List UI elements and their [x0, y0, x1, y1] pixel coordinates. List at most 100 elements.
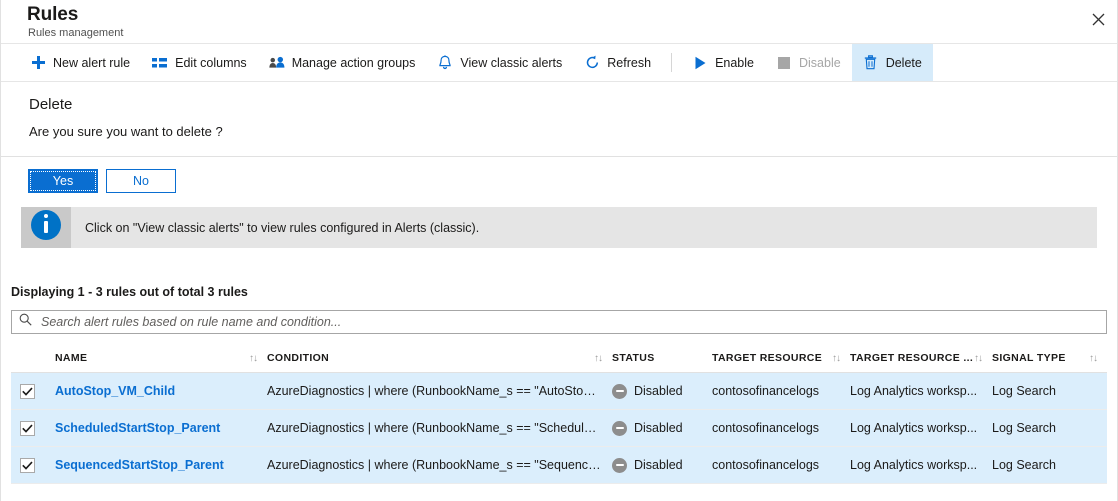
sort-icon[interactable]: ↑↓ — [594, 353, 602, 364]
select-column-header — [11, 342, 55, 373]
rule-condition-cell: AzureDiagnostics | where (RunbookName_s … — [267, 447, 612, 484]
table-row[interactable]: AutoStop_VM_Child AzureDiagnostics | whe… — [11, 373, 1107, 410]
search-icon — [19, 313, 32, 331]
column-label: CONDITION — [267, 352, 329, 364]
confirm-actions: Yes No — [1, 157, 1117, 207]
results-count: Displaying 1 - 3 rules out of total 3 ru… — [1, 248, 1117, 299]
rule-target-resource-type-cell: Log Analytics worksp... — [850, 410, 992, 447]
column-header-signal-type[interactable]: SIGNAL TYPE ↑↓ — [992, 342, 1107, 373]
rule-name-cell[interactable]: ScheduledStartStop_Parent — [55, 410, 267, 447]
rule-target-resource-cell: contosofinancelogs — [712, 410, 850, 447]
row-checkbox[interactable] — [20, 421, 35, 436]
rule-condition-cell: AzureDiagnostics | where (RunbookName_s … — [267, 373, 612, 410]
rule-signal-type-cell: Log Search — [992, 410, 1107, 447]
info-banner-text: Click on "View classic alerts" to view r… — [71, 207, 1097, 248]
column-header-target-resource[interactable]: TARGET RESOURCE ↑↓ — [712, 342, 850, 373]
column-header-condition[interactable]: CONDITION ↑↓ — [267, 342, 612, 373]
disabled-icon — [612, 421, 627, 436]
column-header-target-resource-type[interactable]: TARGET RESOURCE ... ↑↓ — [850, 342, 992, 373]
target-resource: contosofinancelogs — [712, 421, 850, 435]
rule-condition: AzureDiagnostics | where (RunbookName_s … — [267, 458, 612, 472]
sort-icon[interactable]: ↑↓ — [249, 353, 257, 364]
play-icon — [692, 55, 708, 71]
target-resource-type: Log Analytics worksp... — [850, 458, 992, 472]
signal-type: Log Search — [992, 384, 1107, 398]
table-header-row: NAME ↑↓ CONDITION ↑↓ STATUS — [11, 342, 1107, 373]
rule-condition-cell: AzureDiagnostics | where (RunbookName_s … — [267, 410, 612, 447]
sort-icon[interactable]: ↑↓ — [832, 353, 840, 364]
rule-name-link[interactable]: SequencedStartStop_Parent — [55, 458, 267, 472]
confirm-title: Delete — [1, 82, 1117, 113]
stop-icon — [776, 55, 792, 71]
command-toolbar: New alert rule Edit columns — [1, 44, 1117, 82]
toolbar-label: Delete — [886, 56, 922, 70]
refresh-icon — [584, 55, 600, 71]
toolbar-label: Disable — [799, 56, 841, 70]
blade-header: Rules Rules management — [1, 0, 1117, 44]
column-label: TARGET RESOURCE ... — [850, 352, 973, 364]
toolbar-label: Manage action groups — [292, 56, 416, 70]
page-title: Rules — [27, 4, 78, 26]
rule-name-link[interactable]: ScheduledStartStop_Parent — [55, 421, 267, 435]
table-row[interactable]: SequencedStartStop_Parent AzureDiagnosti… — [11, 447, 1107, 484]
column-label: NAME — [55, 352, 87, 364]
edit-columns-button[interactable]: Edit columns — [141, 44, 258, 81]
signal-type: Log Search — [992, 421, 1107, 435]
delete-button[interactable]: Delete — [852, 44, 933, 81]
refresh-button[interactable]: Refresh — [573, 44, 662, 81]
toolbar-label: New alert rule — [53, 56, 130, 70]
enable-button[interactable]: Enable — [681, 44, 765, 81]
row-select-cell[interactable] — [11, 410, 55, 447]
rule-target-resource-type-cell: Log Analytics worksp... — [850, 447, 992, 484]
rule-target-resource-cell: contosofinancelogs — [712, 373, 850, 410]
sort-icon[interactable]: ↑↓ — [974, 353, 982, 364]
rule-name-link[interactable]: AutoStop_VM_Child — [55, 384, 267, 398]
rule-target-resource-cell: contosofinancelogs — [712, 447, 850, 484]
rule-condition: AzureDiagnostics | where (RunbookName_s … — [267, 421, 612, 435]
delete-confirmation-panel: Delete Are you sure you want to delete ?… — [1, 82, 1117, 207]
toolbar-label: View classic alerts — [460, 56, 562, 70]
rule-name-cell[interactable]: SequencedStartStop_Parent — [55, 447, 267, 484]
row-checkbox[interactable] — [20, 384, 35, 399]
columns-icon — [152, 55, 168, 71]
column-header-status[interactable]: STATUS — [612, 342, 712, 373]
close-button[interactable] — [1079, 0, 1117, 38]
rule-name-cell[interactable]: AutoStop_VM_Child — [55, 373, 267, 410]
toolbar-label: Refresh — [607, 56, 651, 70]
target-resource-type: Log Analytics worksp... — [850, 421, 992, 435]
row-select-cell[interactable] — [11, 447, 55, 484]
manage-action-groups-button[interactable]: Manage action groups — [258, 44, 427, 81]
trash-icon — [863, 55, 879, 71]
target-resource-type: Log Analytics worksp... — [850, 384, 992, 398]
search-box[interactable] — [11, 310, 1107, 334]
sort-icon[interactable]: ↑↓ — [1089, 353, 1097, 364]
confirm-yes-button[interactable]: Yes — [28, 169, 98, 193]
row-checkbox[interactable] — [20, 458, 35, 473]
column-label: SIGNAL TYPE — [992, 352, 1066, 364]
rule-status-cell: Disabled — [612, 447, 712, 484]
signal-type: Log Search — [992, 458, 1107, 472]
confirm-message: Are you sure you want to delete ? — [1, 113, 1117, 139]
new-alert-rule-button[interactable]: New alert rule — [19, 44, 141, 81]
rule-condition: AzureDiagnostics | where (RunbookName_s … — [267, 384, 612, 398]
check-icon — [22, 461, 33, 470]
disabled-icon — [612, 384, 627, 399]
rules-table: NAME ↑↓ CONDITION ↑↓ STATUS — [11, 342, 1107, 484]
row-select-cell[interactable] — [11, 373, 55, 410]
column-label: STATUS — [612, 352, 655, 364]
disabled-icon — [612, 458, 627, 473]
close-icon — [1092, 13, 1105, 26]
view-classic-alerts-button[interactable]: View classic alerts — [426, 44, 573, 81]
table-row[interactable]: ScheduledStartStop_Parent AzureDiagnosti… — [11, 410, 1107, 447]
check-icon — [22, 387, 33, 396]
check-icon — [22, 424, 33, 433]
info-icon — [21, 207, 71, 248]
confirm-no-button[interactable]: No — [106, 169, 176, 193]
status-badge: Disabled — [634, 421, 683, 435]
search-input[interactable] — [39, 314, 1099, 330]
rule-status-cell: Disabled — [612, 410, 712, 447]
target-resource: contosofinancelogs — [712, 458, 850, 472]
rule-signal-type-cell: Log Search — [992, 373, 1107, 410]
toolbar-label: Enable — [715, 56, 754, 70]
column-header-name[interactable]: NAME ↑↓ — [55, 342, 267, 373]
